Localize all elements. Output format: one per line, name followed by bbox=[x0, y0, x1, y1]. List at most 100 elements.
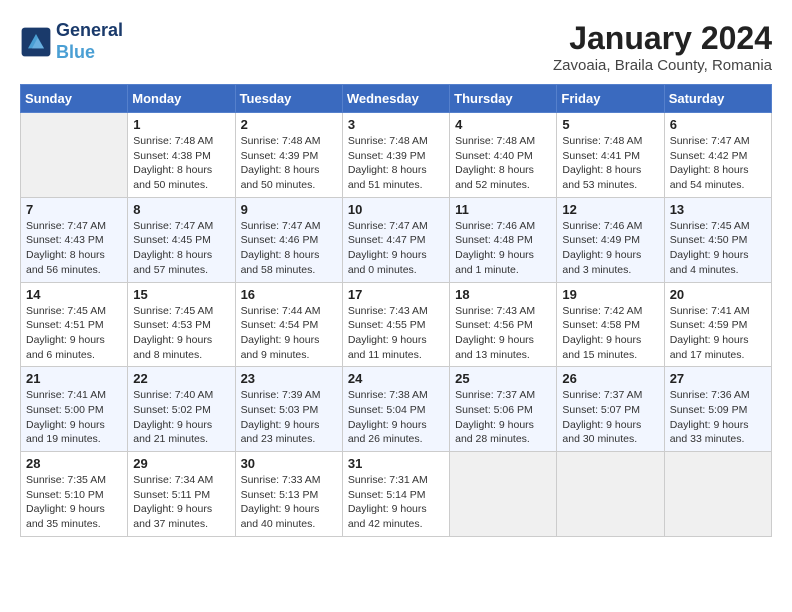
day-number: 4 bbox=[455, 117, 551, 132]
day-info: Sunrise: 7:43 AMSunset: 4:55 PMDaylight:… bbox=[348, 304, 444, 363]
day-info: Sunrise: 7:48 AMSunset: 4:39 PMDaylight:… bbox=[241, 134, 337, 193]
calendar-cell: 19 Sunrise: 7:42 AMSunset: 4:58 PMDayligh… bbox=[557, 282, 664, 367]
day-info: Sunrise: 7:39 AMSunset: 5:03 PMDaylight:… bbox=[241, 388, 337, 447]
day-number: 24 bbox=[348, 371, 444, 386]
calendar-cell: 16 Sunrise: 7:44 AMSunset: 4:54 PMDayligh… bbox=[235, 282, 342, 367]
day-info: Sunrise: 7:47 AMSunset: 4:43 PMDaylight:… bbox=[26, 219, 122, 278]
day-number: 25 bbox=[455, 371, 551, 386]
day-number: 21 bbox=[26, 371, 122, 386]
day-info: Sunrise: 7:44 AMSunset: 4:54 PMDaylight:… bbox=[241, 304, 337, 363]
day-info: Sunrise: 7:48 AMSunset: 4:39 PMDaylight:… bbox=[348, 134, 444, 193]
calendar-cell bbox=[21, 113, 128, 198]
day-number: 3 bbox=[348, 117, 444, 132]
day-info: Sunrise: 7:47 AMSunset: 4:47 PMDaylight:… bbox=[348, 219, 444, 278]
day-number: 27 bbox=[670, 371, 766, 386]
day-number: 30 bbox=[241, 456, 337, 471]
calendar-week-row: 21 Sunrise: 7:41 AMSunset: 5:00 PMDayligh… bbox=[21, 367, 772, 452]
logo-icon bbox=[20, 26, 52, 58]
day-number: 19 bbox=[562, 287, 658, 302]
weekday-header-wednesday: Wednesday bbox=[342, 85, 449, 113]
calendar-week-row: 28 Sunrise: 7:35 AMSunset: 5:10 PMDayligh… bbox=[21, 452, 772, 537]
day-info: Sunrise: 7:33 AMSunset: 5:13 PMDaylight:… bbox=[241, 473, 337, 532]
calendar-cell: 7 Sunrise: 7:47 AMSunset: 4:43 PMDaylight… bbox=[21, 197, 128, 282]
day-info: Sunrise: 7:41 AMSunset: 4:59 PMDaylight:… bbox=[670, 304, 766, 363]
day-number: 7 bbox=[26, 202, 122, 217]
day-info: Sunrise: 7:48 AMSunset: 4:38 PMDaylight:… bbox=[133, 134, 229, 193]
calendar-cell: 14 Sunrise: 7:45 AMSunset: 4:51 PMDayligh… bbox=[21, 282, 128, 367]
page-header: General Blue January 2024 Zavoaia, Brail… bbox=[20, 20, 772, 74]
day-number: 13 bbox=[670, 202, 766, 217]
calendar-cell: 4 Sunrise: 7:48 AMSunset: 4:40 PMDaylight… bbox=[450, 113, 557, 198]
calendar-cell: 31 Sunrise: 7:31 AMSunset: 5:14 PMDayligh… bbox=[342, 452, 449, 537]
day-info: Sunrise: 7:45 AMSunset: 4:53 PMDaylight:… bbox=[133, 304, 229, 363]
day-number: 12 bbox=[562, 202, 658, 217]
day-info: Sunrise: 7:37 AMSunset: 5:06 PMDaylight:… bbox=[455, 388, 551, 447]
calendar-cell: 22 Sunrise: 7:40 AMSunset: 5:02 PMDayligh… bbox=[128, 367, 235, 452]
day-number: 20 bbox=[670, 287, 766, 302]
logo-line1: General bbox=[56, 20, 123, 42]
logo-line2: Blue bbox=[56, 42, 123, 64]
day-number: 31 bbox=[348, 456, 444, 471]
day-number: 11 bbox=[455, 202, 551, 217]
day-info: Sunrise: 7:40 AMSunset: 5:02 PMDaylight:… bbox=[133, 388, 229, 447]
calendar-cell: 3 Sunrise: 7:48 AMSunset: 4:39 PMDaylight… bbox=[342, 113, 449, 198]
day-number: 22 bbox=[133, 371, 229, 386]
page-subtitle: Zavoaia, Braila County, Romania bbox=[553, 57, 772, 74]
day-number: 5 bbox=[562, 117, 658, 132]
weekday-header-saturday: Saturday bbox=[664, 85, 771, 113]
day-info: Sunrise: 7:34 AMSunset: 5:11 PMDaylight:… bbox=[133, 473, 229, 532]
day-info: Sunrise: 7:47 AMSunset: 4:42 PMDaylight:… bbox=[670, 134, 766, 193]
day-number: 26 bbox=[562, 371, 658, 386]
calendar-week-row: 7 Sunrise: 7:47 AMSunset: 4:43 PMDaylight… bbox=[21, 197, 772, 282]
day-number: 8 bbox=[133, 202, 229, 217]
calendar-cell bbox=[557, 452, 664, 537]
calendar-cell: 29 Sunrise: 7:34 AMSunset: 5:11 PMDayligh… bbox=[128, 452, 235, 537]
weekday-header-friday: Friday bbox=[557, 85, 664, 113]
calendar-table: SundayMondayTuesdayWednesdayThursdayFrid… bbox=[20, 84, 772, 537]
day-info: Sunrise: 7:48 AMSunset: 4:41 PMDaylight:… bbox=[562, 134, 658, 193]
weekday-header-sunday: Sunday bbox=[21, 85, 128, 113]
calendar-cell: 28 Sunrise: 7:35 AMSunset: 5:10 PMDayligh… bbox=[21, 452, 128, 537]
calendar-cell: 17 Sunrise: 7:43 AMSunset: 4:55 PMDayligh… bbox=[342, 282, 449, 367]
day-info: Sunrise: 7:41 AMSunset: 5:00 PMDaylight:… bbox=[26, 388, 122, 447]
calendar-cell: 18Sunrise: 7:43 AMSunset: 4:56 PMDayligh… bbox=[450, 282, 557, 367]
day-info: Sunrise: 7:45 AMSunset: 4:51 PMDaylight:… bbox=[26, 304, 122, 363]
day-info: Sunrise: 7:37 AMSunset: 5:07 PMDaylight:… bbox=[562, 388, 658, 447]
calendar-cell: 11 Sunrise: 7:46 AMSunset: 4:48 PMDayligh… bbox=[450, 197, 557, 282]
title-block: January 2024 Zavoaia, Braila County, Rom… bbox=[553, 20, 772, 74]
day-info: Sunrise: 7:46 AMSunset: 4:48 PMDaylight:… bbox=[455, 219, 551, 278]
calendar-cell: 23 Sunrise: 7:39 AMSunset: 5:03 PMDayligh… bbox=[235, 367, 342, 452]
calendar-cell: 8Sunrise: 7:47 AMSunset: 4:45 PMDaylight… bbox=[128, 197, 235, 282]
calendar-cell bbox=[664, 452, 771, 537]
day-number: 2 bbox=[241, 117, 337, 132]
weekday-header-monday: Monday bbox=[128, 85, 235, 113]
day-info: Sunrise: 7:48 AMSunset: 4:40 PMDaylight:… bbox=[455, 134, 551, 193]
calendar-cell: 24 Sunrise: 7:38 AMSunset: 5:04 PMDayligh… bbox=[342, 367, 449, 452]
day-info: Sunrise: 7:43 AMSunset: 4:56 PMDaylight:… bbox=[455, 304, 551, 363]
day-info: Sunrise: 7:31 AMSunset: 5:14 PMDaylight:… bbox=[348, 473, 444, 532]
day-number: 14 bbox=[26, 287, 122, 302]
day-number: 23 bbox=[241, 371, 337, 386]
calendar-cell: 26 Sunrise: 7:37 AMSunset: 5:07 PMDayligh… bbox=[557, 367, 664, 452]
calendar-cell: 15Sunrise: 7:45 AMSunset: 4:53 PMDayligh… bbox=[128, 282, 235, 367]
weekday-header-row: SundayMondayTuesdayWednesdayThursdayFrid… bbox=[21, 85, 772, 113]
day-info: Sunrise: 7:36 AMSunset: 5:09 PMDaylight:… bbox=[670, 388, 766, 447]
day-number: 17 bbox=[348, 287, 444, 302]
logo-text: General Blue bbox=[56, 20, 123, 63]
day-info: Sunrise: 7:47 AMSunset: 4:46 PMDaylight:… bbox=[241, 219, 337, 278]
day-number: 29 bbox=[133, 456, 229, 471]
day-number: 16 bbox=[241, 287, 337, 302]
calendar-cell bbox=[450, 452, 557, 537]
calendar-cell: 25 Sunrise: 7:37 AMSunset: 5:06 PMDayligh… bbox=[450, 367, 557, 452]
weekday-header-tuesday: Tuesday bbox=[235, 85, 342, 113]
day-number: 9 bbox=[241, 202, 337, 217]
calendar-cell: 5 Sunrise: 7:48 AMSunset: 4:41 PMDaylight… bbox=[557, 113, 664, 198]
calendar-week-row: 1Sunrise: 7:48 AMSunset: 4:38 PMDaylight… bbox=[21, 113, 772, 198]
day-number: 10 bbox=[348, 202, 444, 217]
day-info: Sunrise: 7:38 AMSunset: 5:04 PMDaylight:… bbox=[348, 388, 444, 447]
day-info: Sunrise: 7:42 AMSunset: 4:58 PMDaylight:… bbox=[562, 304, 658, 363]
day-info: Sunrise: 7:35 AMSunset: 5:10 PMDaylight:… bbox=[26, 473, 122, 532]
day-number: 6 bbox=[670, 117, 766, 132]
day-info: Sunrise: 7:45 AMSunset: 4:50 PMDaylight:… bbox=[670, 219, 766, 278]
day-number: 28 bbox=[26, 456, 122, 471]
